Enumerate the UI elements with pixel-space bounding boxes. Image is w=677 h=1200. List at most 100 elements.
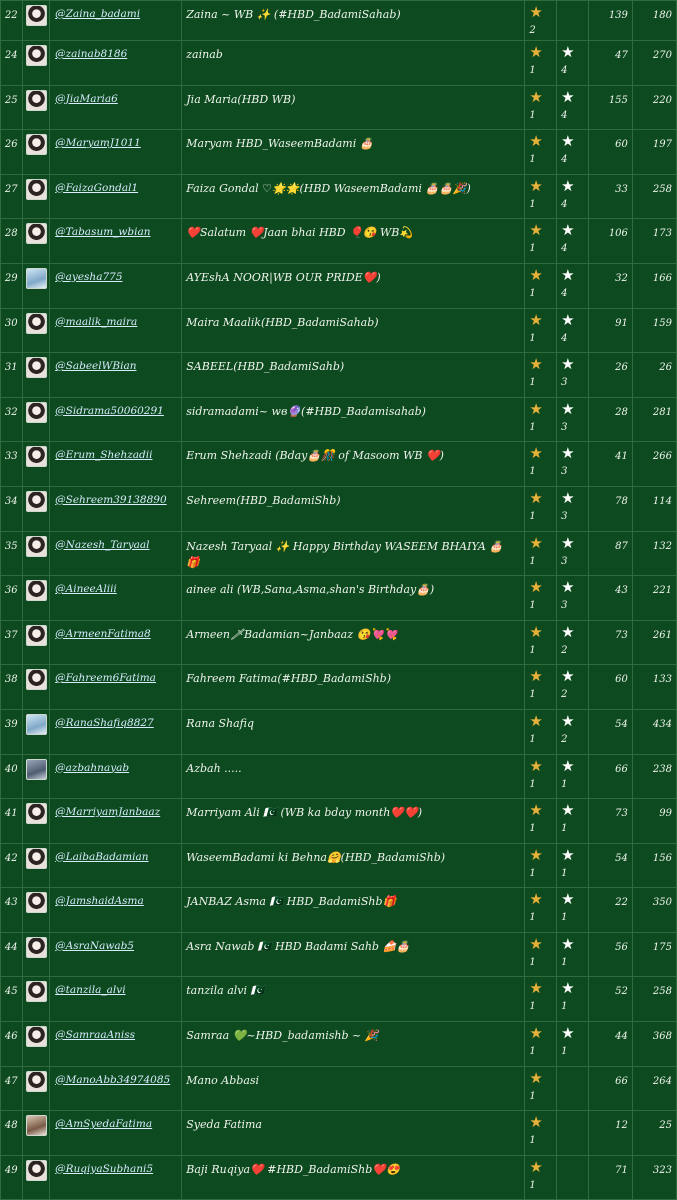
username-link[interactable]: @MarriyamJanbaaz [55,806,160,818]
count-2-cell: 156 [631,842,677,889]
rank-cell: 28 [0,218,23,264]
username-link[interactable]: @AsraNawab5 [55,940,134,952]
username-link[interactable]: @Zaina_badami [55,8,140,20]
avatar[interactable] [25,936,47,958]
username-link[interactable]: @JamshaidAsma [55,895,144,907]
white-count: 2 [561,644,568,656]
gold-count: 1 [529,1001,536,1013]
username-link[interactable]: @ayesha775 [55,271,122,283]
avatar[interactable] [25,490,47,512]
avatar[interactable] [25,45,47,66]
count-1: 66 [615,1075,628,1087]
count-1-cell: 66 [587,753,633,800]
username-link[interactable]: @SamraaAniss [55,1029,135,1041]
display-name: SABEEL(HBD_BadamiSahb) [186,360,345,374]
display-name-cell: tanzila alvi 🇵🇰 [181,976,526,1023]
avatar[interactable] [25,624,47,646]
avatar[interactable] [25,981,47,1003]
username-cell: @LaibaBadamian [49,842,183,889]
username-link[interactable]: @ManoAbb34974085 [55,1074,170,1086]
rank-number: 36 [4,585,18,597]
gold-count: 1 [529,689,536,701]
count-2-cell: 323 [631,1154,677,1200]
avatar[interactable] [25,1026,47,1048]
avatar[interactable] [25,758,47,780]
username-link[interactable]: @Tabasum_wbian [55,226,150,238]
username-cell: @SamraaAniss [49,1021,183,1067]
username-link[interactable]: @MaryamJ1011 [55,137,141,149]
avatar[interactable] [25,401,47,423]
avatar[interactable] [25,892,47,914]
avatar[interactable] [25,803,47,825]
count-1: 52 [615,986,628,998]
username-link[interactable]: @Fahreem6Fatima [55,672,156,684]
rank-number: 37 [4,629,18,641]
username-link[interactable]: @AmSyedaFatima [55,1118,152,1130]
gold-star-cell: ★ 1 [524,307,558,354]
username-link[interactable]: @RuqiyaSubhani5 [55,1163,153,1175]
avatar[interactable] [25,580,47,602]
white-count: 4 [561,154,568,166]
star-icon-gold: ★ [529,43,543,61]
avatar-cell [21,129,51,175]
username-link[interactable]: @AineeAliii [55,583,117,595]
avatar[interactable] [25,178,47,200]
display-name-cell: JANBAZ Asma 🇵🇰 HBD_BadamiShb🎁 [181,887,526,933]
avatar[interactable] [25,669,47,691]
white-star-cell: ★ 4 [556,173,589,220]
avatar[interactable] [25,357,47,379]
username-link[interactable]: @Sidrama50060291 [55,405,164,417]
avatar-cell [21,798,51,844]
star-icon-gold: ★ [529,578,543,597]
username-link[interactable]: @Sehreem39138890 [55,494,167,506]
username-link[interactable]: @FaizaGondal1 [55,182,138,194]
display-name-cell: Faiza Gondal ♡🌟🌟(HBD WaseemBadami 🎂🎂🎉) [181,173,526,220]
username-link[interactable]: @JiaMaria6 [55,93,118,105]
count-2: 173 [652,228,672,240]
username-link[interactable]: @Erum_Shehzadii [55,449,152,461]
avatar[interactable] [25,535,47,557]
display-name-cell: sidramadami~ wв🔮(#HBD_Badamisahab) [181,396,526,443]
avatar[interactable] [25,223,47,245]
avatar[interactable] [25,847,47,869]
display-name-cell: Fahreem Fatima(#HBD_BadamiShb) [181,664,526,710]
username-cell: @ManoAbb34974085 [49,1065,183,1112]
username-cell: @ayesha775 [49,262,183,309]
username-cell: @SabeelWBian [49,352,183,398]
count-1-cell: 60 [587,664,633,710]
username-link[interactable]: @ArmeenFatima8 [55,628,151,640]
display-name-cell: SABEEL(HBD_BadamiSahb) [181,352,526,398]
avatar[interactable] [25,267,47,289]
avatar[interactable] [25,312,47,334]
avatar[interactable] [25,713,47,735]
count-1-cell: 66 [587,1065,633,1112]
username-link[interactable]: @SabeelWBian [55,360,136,372]
username-link[interactable]: @tanzila_alvi [55,984,125,996]
avatar[interactable] [25,446,47,468]
rank-number: 46 [4,1031,18,1043]
avatar[interactable] [25,134,47,156]
username-link[interactable]: @Nazesh_Taryaal [55,539,149,551]
avatar[interactable] [25,1070,47,1092]
username-link[interactable]: @RanaShafiq8827 [55,717,154,729]
rank-cell: 30 [0,307,23,354]
count-1: 43 [615,585,628,597]
white-count: 4 [561,332,568,344]
avatar[interactable] [25,5,47,26]
username-link[interactable]: @zainab8186 [55,48,127,60]
username-link[interactable]: @maalik_maira [55,316,137,328]
avatar[interactable] [25,1159,47,1181]
table-row: 31 @SabeelWBian SABEEL(HBD_BadamiSahb) ★… [0,352,677,398]
table-row: 43 @JamshaidAsma JANBAZ Asma 🇵🇰 HBD_Bada… [0,887,677,933]
count-2-cell: 221 [631,575,677,621]
star-icon-gold: ★ [529,399,543,418]
username-link[interactable]: @azbahnayab [55,762,129,774]
avatar[interactable] [25,89,47,111]
rank-number: 35 [4,540,18,552]
avatar[interactable] [25,1115,47,1137]
count-1-cell: 41 [587,441,633,487]
white-star-cell: ★ 2 [556,664,589,710]
gold-count: 1 [529,912,536,924]
username-link[interactable]: @LaibaBadamian [55,851,148,863]
star-icon-gold: ★ [529,711,543,730]
